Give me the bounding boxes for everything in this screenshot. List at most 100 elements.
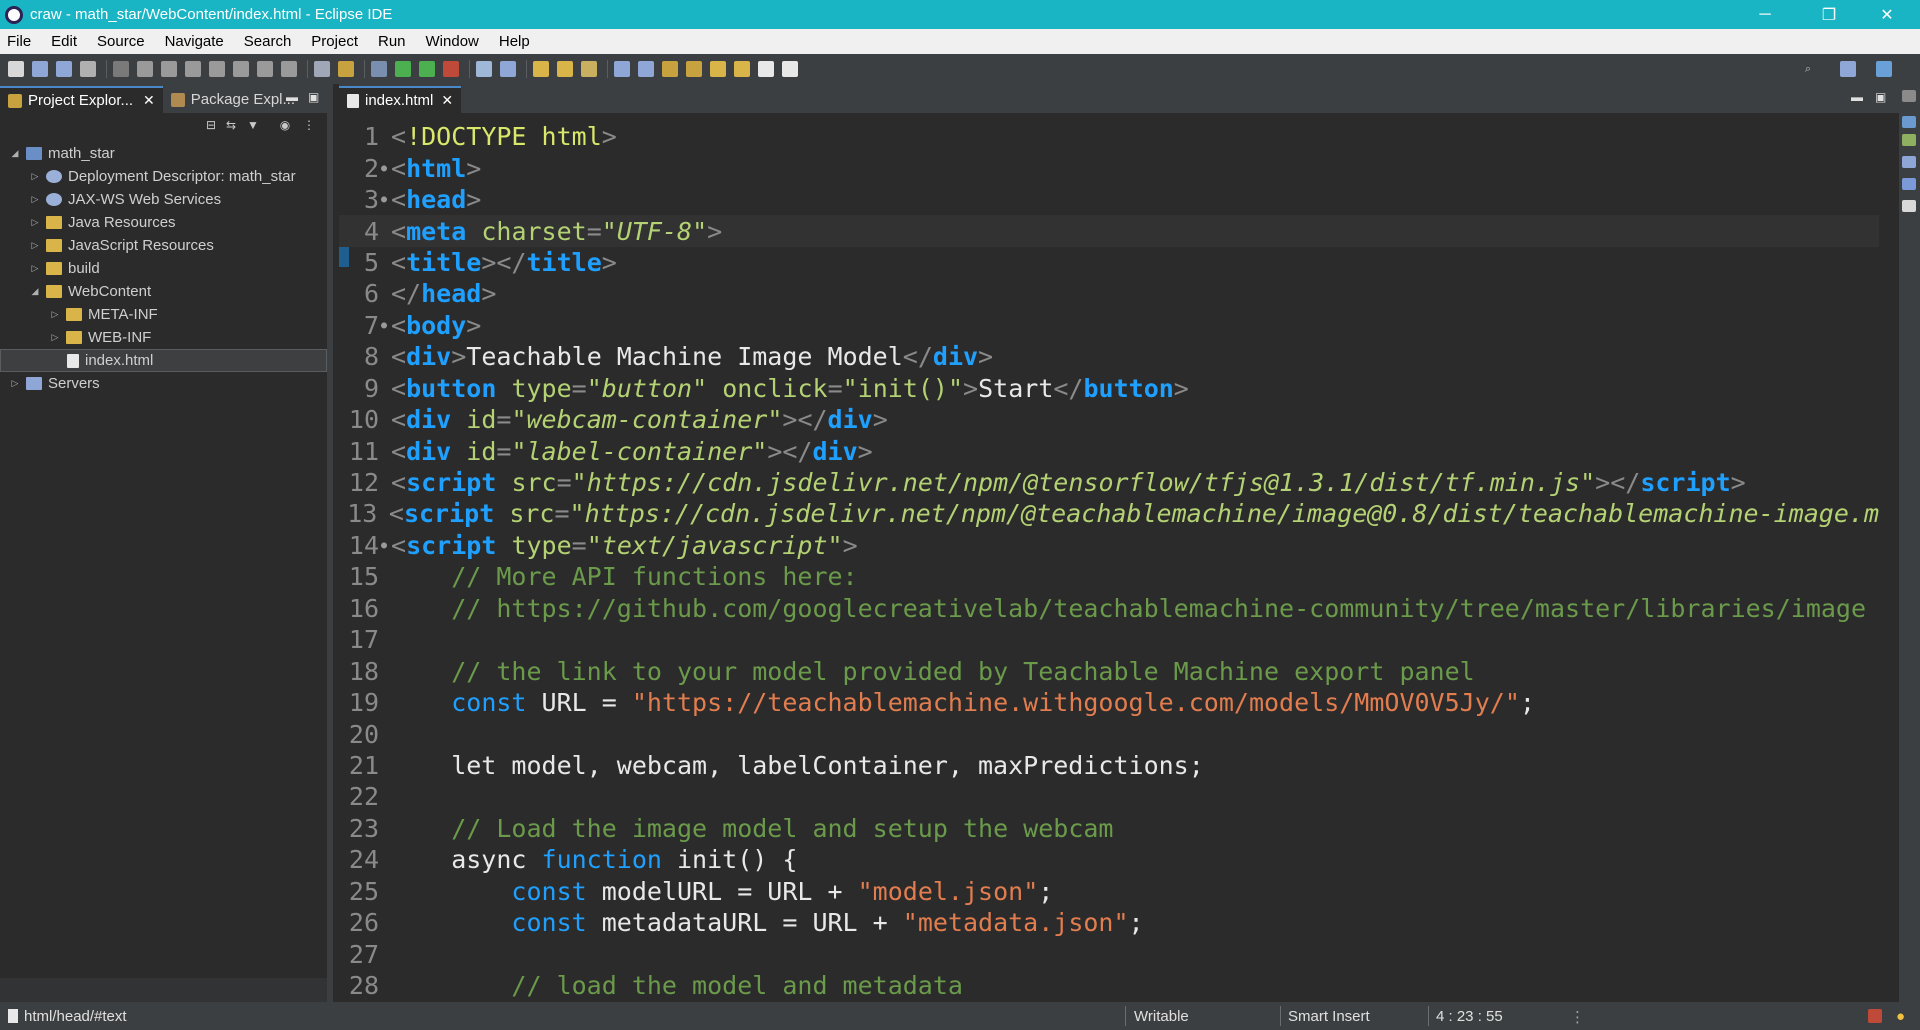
code-line[interactable]: 26 const metadataURL = URL + "metadata.j… bbox=[339, 907, 1879, 938]
menu-run[interactable]: Run bbox=[375, 33, 409, 50]
open-console-icon[interactable] bbox=[314, 61, 330, 77]
open-resource-icon[interactable] bbox=[557, 61, 573, 77]
maximize-button[interactable]: ❐ bbox=[1806, 0, 1852, 29]
tree-item[interactable]: index.html bbox=[0, 349, 327, 372]
code-line[interactable]: 7 ● <body> bbox=[339, 310, 1879, 341]
task-list-icon[interactable] bbox=[1902, 178, 1916, 190]
fold-marker-icon[interactable]: ● bbox=[379, 163, 389, 174]
menu-search[interactable]: Search bbox=[241, 33, 295, 50]
collapsed-arrow-icon[interactable]: ▷ bbox=[10, 378, 20, 389]
close-icon[interactable]: ✕ bbox=[441, 92, 453, 109]
disconnect-icon[interactable] bbox=[209, 61, 225, 77]
collapsed-arrow-icon[interactable]: ▷ bbox=[50, 309, 60, 320]
tab-index-html[interactable]: index.html ✕ bbox=[339, 86, 462, 113]
collapse-all-icon[interactable]: ⊟ bbox=[204, 118, 218, 132]
restore-icon[interactable] bbox=[1902, 90, 1916, 102]
close-icon[interactable]: ✕ bbox=[143, 92, 155, 109]
open-task-icon[interactable] bbox=[338, 61, 354, 77]
collapsed-arrow-icon[interactable]: ▷ bbox=[30, 171, 40, 182]
code-line[interactable]: 10 <div id="webcam-container"></div> bbox=[339, 404, 1879, 435]
external-tools-icon[interactable] bbox=[443, 61, 459, 77]
open-perspective-icon[interactable] bbox=[1840, 61, 1856, 77]
new-server-icon[interactable] bbox=[476, 61, 492, 77]
step-over-icon[interactable] bbox=[257, 61, 273, 77]
palette-icon[interactable] bbox=[1902, 134, 1916, 146]
collapsed-arrow-icon[interactable]: ▷ bbox=[30, 240, 40, 251]
code-line[interactable]: 13 <script src="https://cdn.jsdelivr.net/… bbox=[339, 498, 1879, 529]
code-line[interactable]: 21 let model, webcam, labelContainer, ma… bbox=[339, 750, 1879, 781]
view-menu-icon[interactable]: ⋮ bbox=[302, 118, 316, 132]
fold-marker-icon[interactable]: ● bbox=[379, 320, 389, 331]
quick-access-search-icon[interactable]: ⌕ bbox=[1800, 61, 1816, 77]
code-line[interactable]: 22 bbox=[339, 781, 1879, 812]
expanded-arrow-icon[interactable]: ◢ bbox=[10, 148, 20, 159]
toggle-block-icon[interactable] bbox=[638, 61, 654, 77]
tree-item[interactable]: ▷ Servers bbox=[0, 372, 327, 395]
filter-icon[interactable]: ▼ bbox=[246, 118, 260, 132]
code-line[interactable]: 18 // the link to your model provided by… bbox=[339, 655, 1879, 686]
tree-item[interactable]: ▷ JAX-WS Web Services bbox=[0, 188, 327, 211]
collapsed-arrow-icon[interactable]: ▷ bbox=[30, 194, 40, 205]
menu-navigate[interactable]: Navigate bbox=[162, 33, 227, 50]
code-line[interactable]: 1 <!DOCTYPE html> bbox=[339, 121, 1879, 152]
menu-file[interactable]: File bbox=[4, 33, 34, 50]
suspend-icon[interactable] bbox=[161, 61, 177, 77]
collapsed-arrow-icon[interactable]: ▷ bbox=[30, 217, 40, 228]
toggle-mark-icon[interactable] bbox=[614, 61, 630, 77]
tab-project-explorer[interactable]: Project Explor... ✕ bbox=[0, 86, 163, 113]
tree-item[interactable]: ▷ Deployment Descriptor: math_star bbox=[0, 165, 327, 188]
code-line[interactable]: 19 const URL = "https://teachablemachine… bbox=[339, 687, 1879, 718]
collapsed-arrow-icon[interactable]: ▷ bbox=[30, 263, 40, 274]
menu-help[interactable]: Help bbox=[496, 33, 533, 50]
menu-source[interactable]: Source bbox=[94, 33, 148, 50]
code-line[interactable]: 28 // load the model and metadata bbox=[339, 970, 1879, 1001]
code-line[interactable]: 6 </head> bbox=[339, 278, 1879, 309]
collapsed-arrow-icon[interactable]: ▷ bbox=[50, 332, 60, 343]
minimize-button[interactable]: ─ bbox=[1742, 0, 1788, 29]
code-line[interactable]: 14 ● <script type="text/javascript"> bbox=[339, 530, 1879, 561]
open-type-icon[interactable] bbox=[533, 61, 549, 77]
code-line[interactable]: 8 <div>Teachable Machine Image Model</div… bbox=[339, 341, 1879, 372]
markers-icon[interactable] bbox=[1902, 200, 1916, 212]
print-icon[interactable] bbox=[80, 61, 96, 77]
tree-item[interactable]: ▷ Java Resources bbox=[0, 211, 327, 234]
close-button[interactable]: ✕ bbox=[1864, 0, 1910, 29]
code-line[interactable]: 4 <meta charset="UTF-8"> bbox=[339, 215, 1879, 247]
code-line[interactable]: 2 ● <html> bbox=[339, 152, 1879, 183]
minimize-editor-icon[interactable]: ▬ bbox=[1851, 90, 1863, 104]
code-line[interactable]: 5 <title></title> bbox=[339, 247, 1879, 278]
code-line[interactable]: 23 // Load the image model and setup the… bbox=[339, 813, 1879, 844]
new-web-service-icon[interactable] bbox=[500, 61, 516, 77]
resume-icon[interactable] bbox=[137, 61, 153, 77]
tree-item[interactable]: ▷ WEB-INF bbox=[0, 326, 327, 349]
tab-package-explorer[interactable]: Package Expl... bbox=[163, 86, 303, 113]
code-line[interactable]: 15 // More API functions here: bbox=[339, 561, 1879, 592]
tree-item[interactable]: ▷ JavaScript Resources bbox=[0, 234, 327, 257]
tree-item[interactable]: ◢ WebContent bbox=[0, 280, 327, 303]
tree-item[interactable]: ▷ META-INF bbox=[0, 303, 327, 326]
code-line[interactable]: 9 <button type="button" onclick="init()">… bbox=[339, 373, 1879, 404]
coverage-icon[interactable] bbox=[419, 61, 435, 77]
tip-icon[interactable]: ● bbox=[1896, 1008, 1905, 1025]
terminate-icon[interactable] bbox=[185, 61, 201, 77]
save-all-icon[interactable] bbox=[56, 61, 72, 77]
menu-window[interactable]: Window bbox=[423, 33, 482, 50]
pin-editor-icon[interactable] bbox=[782, 61, 798, 77]
code-editor[interactable]: 1 <!DOCTYPE html> 2 ● <html> 3 ● <head> 4 <meta c… bbox=[339, 113, 1899, 1002]
fold-marker-icon[interactable]: ● bbox=[379, 540, 389, 551]
code-line[interactable]: 3 ● <head> bbox=[339, 184, 1879, 215]
code-line[interactable]: 27 bbox=[339, 938, 1879, 969]
code-line[interactable]: 24 async function init() { bbox=[339, 844, 1879, 875]
save-icon[interactable] bbox=[32, 61, 48, 77]
code-line[interactable]: 11 <div id="label-container"></div> bbox=[339, 435, 1879, 466]
error-log-icon[interactable] bbox=[1868, 1009, 1882, 1023]
debug-icon[interactable] bbox=[371, 61, 387, 77]
code-line[interactable]: 25 const modelURL = URL + "model.json"; bbox=[339, 876, 1879, 907]
fold-marker-icon[interactable]: ● bbox=[379, 194, 389, 205]
menu-edit[interactable]: Edit bbox=[48, 33, 80, 50]
new-icon[interactable] bbox=[8, 61, 24, 77]
next-annotation-icon[interactable] bbox=[662, 61, 678, 77]
step-into-icon[interactable] bbox=[233, 61, 249, 77]
java-ee-perspective-icon[interactable] bbox=[1876, 61, 1892, 77]
forward-icon[interactable] bbox=[758, 61, 774, 77]
